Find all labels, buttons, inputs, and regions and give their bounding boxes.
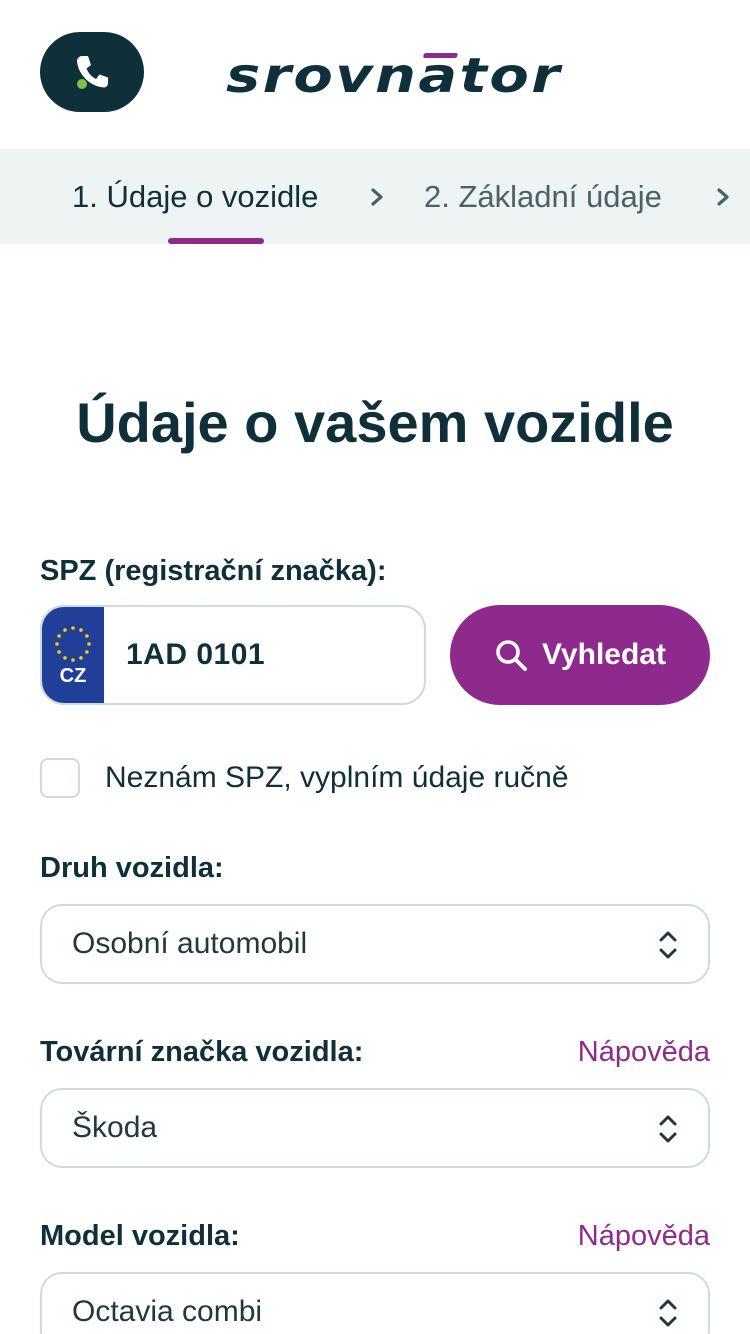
svg-text:srovnator: srovnator (226, 48, 564, 104)
manual-entry-checkbox[interactable] (40, 758, 80, 798)
manual-entry-label[interactable]: Neznám SPZ, vyplním údaje ručně (105, 759, 569, 797)
search-button[interactable]: Vyhledat (450, 605, 710, 705)
plate-label: SPZ (registrační značka): (40, 555, 387, 587)
page-title: Údaje o vašem vozidle (76, 391, 674, 454)
step-basic-data[interactable]: 2. Základní údaje (424, 177, 662, 217)
vehicle-type-select[interactable]: Osobní automobil (40, 904, 710, 984)
brand-value: Škoda (72, 1111, 158, 1144)
plate-value[interactable]: 1AD 0101 (126, 607, 265, 703)
vehicle-type-value: Osobní automobil (72, 927, 308, 960)
eu-badge: CZ (42, 607, 104, 703)
header: srovnator (0, 0, 750, 149)
select-arrows-icon (659, 931, 677, 959)
brand-label: Tovární značka vozidla: (40, 1036, 364, 1068)
progress-steps: 1. Údaje o vozidle 2. Základní údaje (0, 149, 750, 244)
model-help-link[interactable]: Nápověda (578, 1218, 710, 1254)
eu-stars-icon (55, 626, 91, 662)
brand-select[interactable]: Škoda (40, 1088, 710, 1168)
search-button-label: Vyhledat (542, 638, 666, 671)
chevron-right-icon (371, 188, 383, 206)
model-label: Model vozidla: (40, 1220, 240, 1252)
select-arrows-icon (659, 1299, 677, 1327)
country-code: CZ (59, 665, 87, 687)
plate-input[interactable]: CZ 1AD 0101 (40, 605, 426, 705)
search-icon (496, 640, 527, 671)
step-vehicle-data[interactable]: 1. Údaje o vozidle (72, 177, 318, 217)
vehicle-type-label: Druh vozidla: (40, 852, 224, 884)
active-step-indicator (168, 238, 264, 244)
select-arrows-icon (659, 1115, 677, 1143)
brand-help-link[interactable]: Nápověda (578, 1034, 710, 1070)
srovnator-logo[interactable]: srovnator (226, 46, 566, 106)
chevron-right-icon (717, 188, 729, 206)
model-select[interactable]: Octavia combi (40, 1272, 710, 1334)
phone-button[interactable] (40, 32, 144, 112)
model-value: Octavia combi (72, 1295, 263, 1328)
phone-icon (77, 56, 108, 89)
